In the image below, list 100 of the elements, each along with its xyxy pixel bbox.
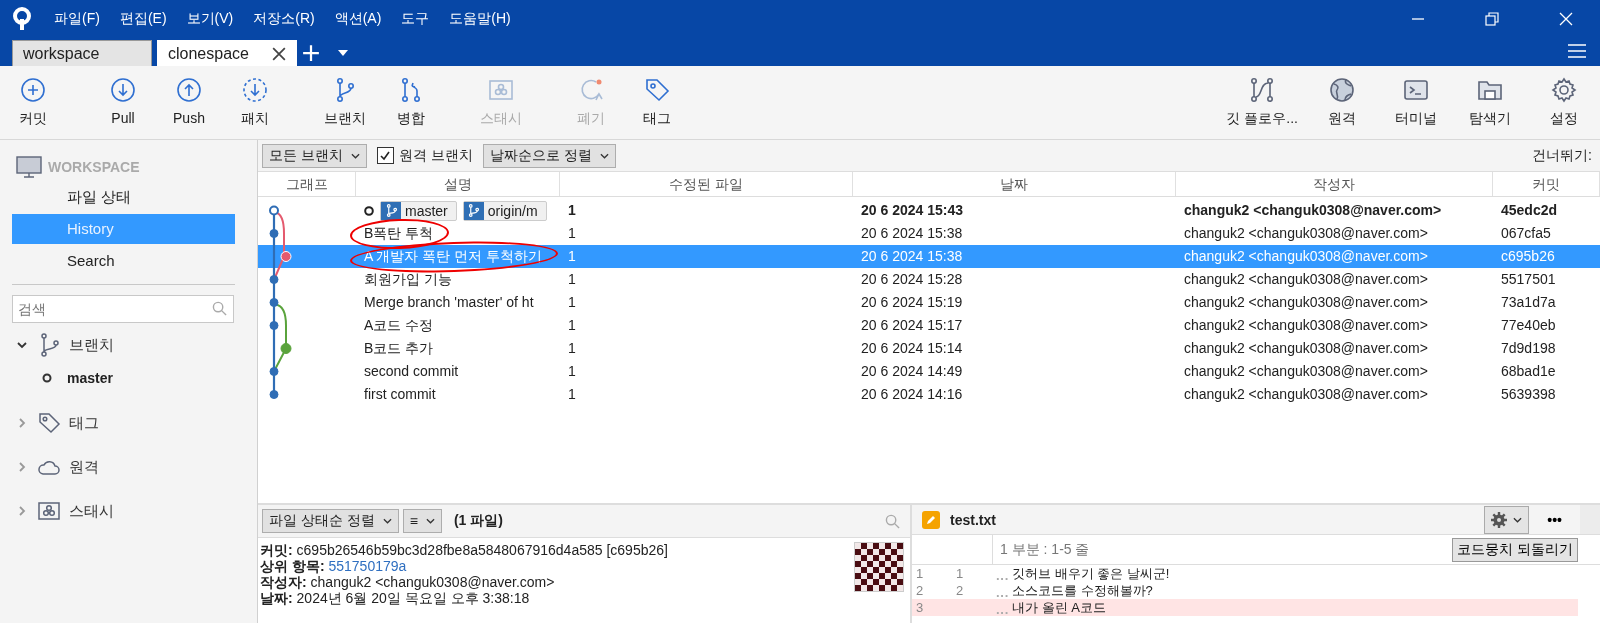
code-line: 깃허브 배우기 좋은 날씨군! [1011, 565, 1170, 582]
sidebar-section[interactable]: 태그 [69, 413, 99, 433]
toolbar-button[interactable]: 원격 [1312, 66, 1372, 128]
sidebar-section[interactable]: 브랜치 [69, 335, 114, 355]
toolbar-button[interactable]: 탐색기 [1460, 66, 1520, 128]
whitespace-marker: ··· [995, 586, 1009, 599]
menu-icon[interactable] [1568, 44, 1586, 58]
column-header[interactable]: 그래프 [258, 172, 356, 196]
chevron-right-icon[interactable] [17, 506, 27, 516]
remote-branch-checkbox[interactable] [376, 147, 394, 164]
table-cell-text: 20 6 2024 15:28 [860, 270, 964, 289]
workspace-heading: WORKSPACE [48, 159, 140, 175]
toolbar-button[interactable]: 태그 [632, 66, 682, 128]
branch-label[interactable]: master [380, 200, 457, 221]
column-header[interactable]: 설명 [356, 172, 560, 196]
table-cell-text: 77e40eb [1500, 316, 1557, 335]
sidebar-section[interactable]: 원격 [69, 457, 99, 477]
toolbar-button[interactable]: Push [164, 66, 214, 126]
toolbar-button[interactable]: 깃 플로우... [1226, 66, 1298, 128]
commit-row[interactable]: A코드 수정 1 20 6 2024 15:17 changuk2 <changuk0308@naver.com> 77e40eb [258, 314, 1600, 337]
table-cell-text: 20 6 2024 15:38 [860, 247, 964, 266]
commit-message: Merge branch 'master' of ht [364, 293, 534, 312]
chevron-right-icon[interactable] [17, 418, 27, 428]
menu-item[interactable]: 액션(A) [334, 10, 382, 28]
table-cell-text: c695b26 [1500, 247, 1556, 266]
revert-hunk-button[interactable]: 코드뭉치 되돌리기 [1452, 537, 1578, 562]
table-cell-text: 20 6 2024 15:19 [860, 293, 964, 312]
commit-message: second commit [364, 362, 459, 381]
table-cell-text: 45edc2d [1500, 201, 1559, 220]
toolbar-button[interactable]: 커밋 [8, 66, 58, 128]
column-header[interactable]: 수정된 파일 [560, 172, 853, 196]
table-cell-text: 20 6 2024 15:38 [860, 224, 964, 243]
table-cell-text: changuk2 <changuk0308@naver.com> [1183, 293, 1429, 312]
code-line: 내가 올린 A코드 [1011, 599, 1106, 616]
table-cell-text: 20 6 2024 15:14 [860, 339, 964, 358]
column-header[interactable]: 날짜 [853, 172, 1176, 196]
search-icon [212, 301, 227, 316]
table-cell-text: 20 6 2024 15:17 [860, 316, 964, 335]
chevron-right-icon[interactable] [17, 462, 27, 472]
repository-tab[interactable]: clonespace [157, 40, 297, 66]
commit-row[interactable]: Merge branch 'master' of ht 1 20 6 2024 15:19 changuk2 <changuk0308@naver.com> 73a1d7a [258, 291, 1600, 314]
sidebar-section[interactable]: 스태시 [69, 501, 114, 521]
search-field[interactable]: 검색 [12, 295, 234, 323]
sidebar-item[interactable]: Search [12, 246, 235, 276]
chevron-down-icon[interactable] [17, 340, 27, 350]
parent-commit-link[interactable]: 551750179a [328, 558, 407, 574]
commit-message: A코드 수정 [364, 316, 434, 335]
table-cell-text: 5639398 [1500, 385, 1557, 404]
close-icon[interactable] [272, 46, 286, 61]
branch-label[interactable]: origin/m [462, 200, 547, 221]
globe-icon [1328, 76, 1356, 104]
restore-icon[interactable] [1485, 12, 1499, 26]
table-cell-text: 20 6 2024 14:49 [860, 362, 964, 381]
commit-row[interactable]: B코드 추가 1 20 6 2024 15:14 changuk2 <changuk0308@naver.com> 7d9d198 [258, 337, 1600, 360]
sidebar-item[interactable]: 파일 상태 [12, 182, 235, 212]
commit-row[interactable]: 회원가입 기능 1 20 6 2024 15:28 changuk2 <changuk0308@naver.com> 5517501 [258, 268, 1600, 291]
caret-icon [425, 518, 435, 524]
toolbar-button[interactable]: 설정 [1534, 66, 1594, 128]
file-sort-dropdown[interactable]: 파일 상태순 정렬 [262, 509, 399, 533]
branch-icon [385, 204, 397, 217]
toolbar-button[interactable]: Pull [98, 66, 148, 126]
column-header[interactable]: 작성자 [1176, 172, 1493, 196]
table-cell-text: 73a1d7a [1500, 293, 1557, 312]
branch-icon [468, 204, 480, 217]
toolbar-button[interactable]: 병합 [386, 66, 436, 128]
caret-icon [599, 152, 609, 159]
table-cell-text: changuk2 <changuk0308@naver.com> [1183, 201, 1443, 220]
branch-item[interactable]: master [67, 370, 113, 386]
caret-icon[interactable] [338, 50, 348, 56]
menu-item[interactable]: 도구 [401, 10, 430, 28]
commit-row[interactable]: second commit 1 20 6 2024 14:49 changuk2 <changuk0308@naver.com> 68bad1e [258, 360, 1600, 383]
table-cell-text: 20 6 2024 15:43 [860, 201, 964, 220]
menu-item[interactable]: 파일(F) [54, 10, 100, 28]
branch-filter-dropdown[interactable]: 모든 브랜치 [262, 143, 367, 168]
repository-tab[interactable]: workspace [12, 40, 152, 66]
whitespace-marker: ··· [995, 569, 1009, 582]
table-cell-text: 1 [567, 385, 577, 404]
commit-row[interactable]: first commit 1 20 6 2024 14:16 changuk2 <changuk0308@naver.com> 5639398 [258, 383, 1600, 406]
toolbar-button[interactable]: 패치 [230, 66, 280, 128]
more-button[interactable]: ••• [1539, 511, 1570, 528]
toolbar-button[interactable]: 터미널 [1386, 66, 1446, 128]
menu-item[interactable]: 저장소(R) [253, 10, 315, 28]
table-cell-text: changuk2 <changuk0308@naver.com> [1183, 224, 1429, 243]
commit-message: 회원가입 기능 [364, 270, 452, 289]
settings-dropdown[interactable] [1484, 505, 1530, 534]
sort-dropdown[interactable]: 날짜순으로 정렬 [482, 143, 616, 168]
table-cell-text: changuk2 <changuk0308@naver.com> [1183, 316, 1429, 335]
stash-icon [37, 499, 61, 523]
menu-item[interactable]: 편집(E) [119, 10, 167, 28]
commit-detail-line: 작성자: changuk2 <changuk0308@naver.com> [260, 574, 556, 590]
column-header[interactable]: 커밋 [1493, 172, 1600, 196]
commit-row[interactable]: master origin/m 1 20 6 2024 15:43 changuk2 <changuk0308@naver.com> 45edc2d [258, 199, 1600, 222]
menu-item[interactable]: 보기(V) [186, 10, 234, 28]
toolbar-button[interactable]: 브랜치 [320, 66, 370, 128]
scrollbar-track[interactable] [1580, 505, 1600, 534]
table-cell-text: 1 [567, 224, 577, 243]
commit-detail-line: 커밋: c695b26546b59bc3d28fbe8a5848067916d4a585 [c695b26] [260, 542, 669, 558]
add-tab-icon[interactable] [302, 44, 320, 62]
menu-item[interactable]: 도움말(H) [449, 10, 511, 28]
view-mode-dropdown[interactable]: ≡ [402, 509, 442, 533]
